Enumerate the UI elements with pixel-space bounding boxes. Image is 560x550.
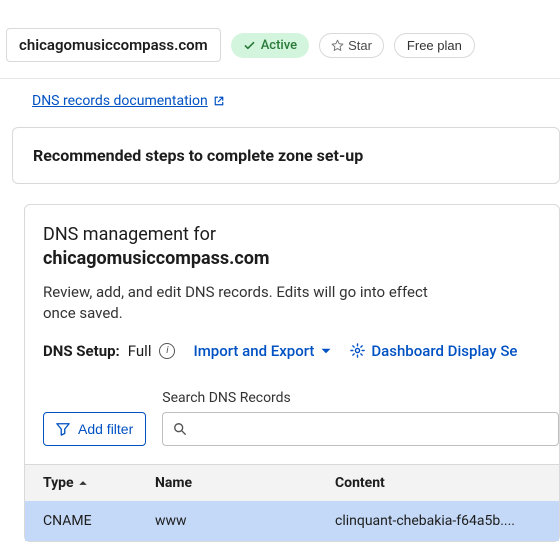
star-button[interactable]: Star (319, 33, 384, 58)
table-header: Type Name Content (25, 464, 559, 501)
cell-content: clinquant-chebakia-f64a5b.... (335, 513, 559, 529)
plan-button[interactable]: Free plan (394, 33, 475, 58)
panel-heading-domain: chicagomusiccompass.com (43, 248, 269, 269)
external-link-icon (213, 95, 225, 107)
recommended-steps-title: Recommended steps to complete zone set-u… (33, 146, 539, 165)
star-icon (331, 39, 344, 52)
table-row[interactable]: CNAME www clinquant-chebakia-f64a5b.... (25, 501, 559, 541)
column-header-name[interactable]: Name (155, 475, 335, 491)
cell-type: CNAME (25, 513, 155, 529)
column-type-label: Type (43, 475, 74, 491)
dashboard-display-label: Dashboard Display Se (371, 342, 517, 360)
search-icon (173, 422, 187, 436)
domain-selector[interactable]: chicagomusiccompass.com (6, 28, 221, 62)
cell-name: www (155, 513, 335, 529)
column-header-type[interactable]: Type (25, 475, 155, 491)
check-icon (243, 39, 256, 52)
status-text: Active (261, 38, 297, 53)
column-header-content[interactable]: Content (335, 475, 559, 491)
status-badge: Active (231, 33, 309, 58)
recommended-steps-card[interactable]: Recommended steps to complete zone set-u… (12, 127, 560, 184)
star-label: Star (348, 38, 372, 53)
dns-setup-value: Full (128, 342, 152, 360)
caret-down-icon (320, 345, 332, 357)
search-label: Search DNS Records (162, 390, 559, 406)
panel-heading: DNS management for chicagomusiccompass.c… (43, 223, 559, 272)
import-export-link[interactable]: Import and Export (193, 342, 332, 360)
dns-management-panel: DNS management for chicagomusiccompass.c… (24, 204, 560, 542)
import-export-label: Import and Export (193, 342, 314, 360)
gear-icon (350, 343, 365, 358)
panel-heading-prefix: DNS management for (43, 224, 216, 245)
panel-description: Review, add, and edit DNS records. Edits… (43, 282, 443, 324)
filter-icon (56, 422, 70, 436)
dns-docs-label: DNS records documentation (32, 93, 208, 109)
add-filter-button[interactable]: Add filter (43, 412, 146, 446)
dns-docs-link[interactable]: DNS records documentation (32, 93, 225, 109)
search-input[interactable] (195, 421, 548, 437)
search-input-wrap[interactable] (162, 412, 559, 446)
info-icon[interactable]: i (159, 343, 175, 359)
sort-asc-icon (78, 478, 88, 488)
dashboard-display-link[interactable]: Dashboard Display Se (350, 342, 517, 360)
dns-setup-label: DNS Setup: (43, 342, 120, 360)
add-filter-label: Add filter (78, 421, 133, 437)
